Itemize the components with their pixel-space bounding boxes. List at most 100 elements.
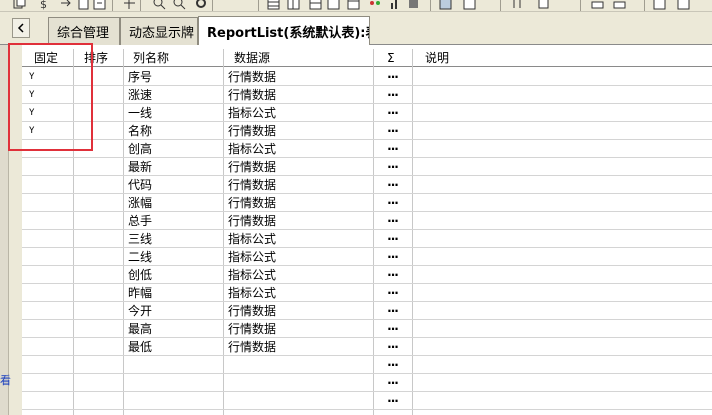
header-sort[interactable]: 排序: [76, 49, 108, 67]
cell-column-name[interactable]: 名称: [123, 122, 223, 140]
search-button[interactable]: [172, 0, 187, 11]
table-row[interactable]: 昨幅 指标公式 ···: [22, 284, 712, 302]
cell-sigma-button[interactable]: ···: [373, 104, 412, 122]
cell-column-name[interactable]: [123, 374, 223, 392]
table-row[interactable]: 三线 指标公式 ···: [22, 230, 712, 248]
grid2-button[interactable]: [286, 0, 301, 11]
paste-button[interactable]: [676, 0, 691, 11]
cell-fixed[interactable]: [22, 302, 73, 320]
cell-data-source[interactable]: 指标公式: [223, 104, 373, 122]
cell-sort[interactable]: [73, 140, 123, 158]
cell-sigma-button[interactable]: ···: [373, 194, 412, 212]
cell-fixed[interactable]: [22, 248, 73, 266]
cell-data-source[interactable]: 指标公式: [223, 230, 373, 248]
table-row[interactable]: 总手 行情数据 ···: [22, 212, 712, 230]
cell-note[interactable]: [412, 104, 712, 122]
bar-button[interactable]: [462, 0, 477, 11]
cell-data-source[interactable]: 指标公式: [223, 140, 373, 158]
cell-note[interactable]: [412, 212, 712, 230]
cell-fixed[interactable]: [22, 410, 73, 415]
table-row[interactable]: Y 涨速 行情数据 ···: [22, 86, 712, 104]
cell-sort[interactable]: [73, 320, 123, 338]
copy-button[interactable]: [12, 0, 27, 11]
cell-note[interactable]: [412, 158, 712, 176]
cell-column-name[interactable]: 一线: [123, 104, 223, 122]
table-row[interactable]: Y 名称 行情数据 ···: [22, 122, 712, 140]
cell-data-source[interactable]: 行情数据: [223, 68, 373, 86]
cell-sigma-button[interactable]: ···: [373, 356, 412, 374]
cell-sort[interactable]: [73, 302, 123, 320]
cell-note[interactable]: [412, 140, 712, 158]
table-row[interactable]: ···: [22, 374, 712, 392]
tab-scroll-left-button[interactable]: [12, 18, 30, 38]
cell-sigma-button[interactable]: ···: [373, 284, 412, 302]
header-fixed[interactable]: 固定: [26, 49, 58, 67]
cell-note[interactable]: [412, 248, 712, 266]
cell-note[interactable]: [412, 266, 712, 284]
cell-column-name[interactable]: [123, 392, 223, 410]
cell-sort[interactable]: [73, 212, 123, 230]
cell-sigma-button[interactable]: ···: [373, 140, 412, 158]
cell-note[interactable]: [412, 122, 712, 140]
cell-column-name[interactable]: 涨速: [123, 86, 223, 104]
dollar-button[interactable]: $: [36, 0, 51, 11]
header-data-source[interactable]: 数据源: [226, 49, 270, 67]
cell-data-source[interactable]: [223, 410, 373, 415]
cell-sort[interactable]: [73, 374, 123, 392]
cell-data-source[interactable]: 行情数据: [223, 320, 373, 338]
cell-sigma-button[interactable]: ···: [373, 212, 412, 230]
cell-column-name[interactable]: [123, 356, 223, 374]
arrow-button[interactable]: [58, 0, 73, 11]
cell-sigma-button[interactable]: ···: [373, 230, 412, 248]
cell-sigma-button[interactable]: ···: [373, 86, 412, 104]
cell-fixed[interactable]: Y: [22, 122, 73, 140]
cell-column-name[interactable]: 昨幅: [123, 284, 223, 302]
cell-sigma-button[interactable]: ···: [373, 266, 412, 284]
move-button[interactable]: [122, 0, 137, 11]
cell-data-source[interactable]: 指标公式: [223, 266, 373, 284]
cell-sort[interactable]: [73, 158, 123, 176]
cell-sort[interactable]: [73, 122, 123, 140]
cell-data-source[interactable]: [223, 374, 373, 392]
zoom-in-button[interactable]: [152, 0, 167, 11]
cell-note[interactable]: [412, 194, 712, 212]
cell-fixed[interactable]: Y: [22, 68, 73, 86]
dollar-button[interactable]: [612, 0, 627, 11]
cell-column-name[interactable]: 创低: [123, 266, 223, 284]
cell-sort[interactable]: [73, 284, 123, 302]
copy-button[interactable]: [590, 0, 605, 11]
cell-data-source[interactable]: 行情数据: [223, 302, 373, 320]
cell-note[interactable]: [412, 230, 712, 248]
table-row[interactable]: 创低 指标公式 ···: [22, 266, 712, 284]
cell-note[interactable]: [412, 302, 712, 320]
cell-sigma-button[interactable]: ···: [373, 176, 412, 194]
chart-button[interactable]: [388, 0, 403, 11]
cell-sort[interactable]: [73, 410, 123, 415]
cell-note[interactable]: [412, 86, 712, 104]
table-row[interactable]: Y 序号 行情数据 ···: [22, 68, 712, 86]
cell-data-source[interactable]: 指标公式: [223, 284, 373, 302]
cell-sigma-button[interactable]: ···: [373, 410, 412, 415]
cell-fixed[interactable]: [22, 230, 73, 248]
table-row[interactable]: 创高 指标公式 ···: [22, 140, 712, 158]
cell-fixed[interactable]: [22, 266, 73, 284]
cell-sort[interactable]: [73, 248, 123, 266]
cell-column-name[interactable]: 二线: [123, 248, 223, 266]
paste-button[interactable]: [76, 0, 91, 11]
grid4-button[interactable]: [326, 0, 341, 11]
header-note[interactable]: 说明: [417, 49, 449, 67]
export-button[interactable]: [92, 0, 107, 11]
tab-reportlist[interactable]: ReportList(系统默认表):表: [198, 16, 370, 45]
cell-note[interactable]: [412, 320, 712, 338]
cell-sort[interactable]: [73, 86, 123, 104]
cell-fixed[interactable]: [22, 374, 73, 392]
cell-note[interactable]: [412, 176, 712, 194]
table-row[interactable]: 最高 行情数据 ···: [22, 320, 712, 338]
grid3-button[interactable]: [308, 0, 323, 11]
table-row[interactable]: 涨幅 行情数据 ···: [22, 194, 712, 212]
cell-fixed[interactable]: [22, 194, 73, 212]
cell-data-source[interactable]: [223, 392, 373, 410]
cell-column-name[interactable]: 总手: [123, 212, 223, 230]
cell-sigma-button[interactable]: ···: [373, 158, 412, 176]
cell-fixed[interactable]: Y: [22, 104, 73, 122]
